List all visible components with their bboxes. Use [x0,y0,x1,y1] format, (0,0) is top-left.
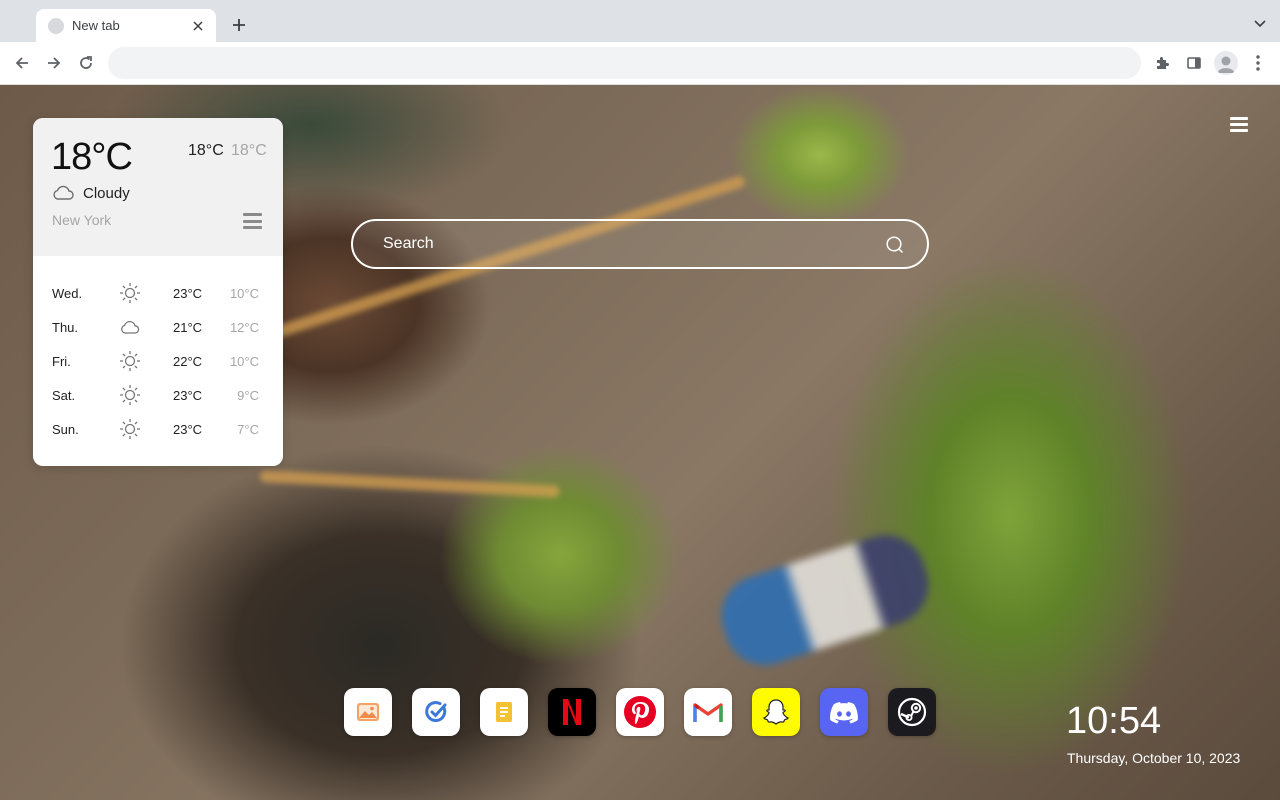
forecast-day: Fri. [52,353,71,369]
page-menu-icon[interactable] [1230,117,1248,132]
plus-icon [233,19,245,31]
search-icon[interactable] [885,235,905,255]
forecast-day: Sun. [52,421,79,437]
forecast-low: 12°C [229,319,259,335]
forward-button[interactable] [44,53,64,73]
app-tasks[interactable] [412,688,460,736]
check-circle-icon [425,701,447,722]
back-button[interactable] [12,53,32,73]
app-netflix[interactable] [548,688,596,736]
photo-icon [357,703,379,721]
weather-menu-icon[interactable] [243,213,262,229]
forecast-high: 23°C [173,421,203,437]
sun-icon [120,283,140,303]
cloud-icon [121,321,140,334]
forecast-low: 10°C [229,285,259,301]
app-pinterest[interactable] [616,688,664,736]
sun-icon [120,385,140,405]
browser-menu-button[interactable] [1247,52,1269,74]
forecast-day: Thu. [52,319,79,335]
more-vertical-icon [1256,55,1260,71]
side-panel-icon [1187,57,1201,69]
close-icon[interactable] [190,18,206,34]
new-tab-page: 18°C 18°C 18°C Cloudy New York Wed. 23°C… [0,85,1280,800]
search-box[interactable]: Search [351,219,929,269]
tab-new-tab[interactable]: New tab [36,9,216,42]
arrow-right-icon [48,57,61,69]
forecast-row: Wed. 23°C 10°C [33,276,283,310]
forecast-day: Wed. [52,285,83,301]
search-input[interactable]: Search [383,235,434,253]
browser-toolbar [0,42,1280,85]
app-notes[interactable] [480,688,528,736]
weather-current: 18°C 18°C 18°C Cloudy New York [33,118,283,256]
forecast-high: 21°C [173,319,203,335]
forecast-high: 22°C [173,353,203,369]
puzzle-icon [1157,57,1169,69]
background-wristband [711,524,939,676]
forecast-row: Thu. 21°C 12°C [33,310,283,344]
sun-icon [120,351,140,371]
today-high: 18°C [188,142,224,159]
discord-icon [830,702,858,724]
netflix-icon [563,699,581,725]
forecast-row: Sun. 23°C 7°C [33,412,283,446]
weather-condition: Cloudy [83,185,130,202]
extensions-button[interactable] [1151,52,1173,74]
reload-button[interactable] [76,53,96,73]
side-panel-button[interactable] [1183,52,1205,74]
app-gmail[interactable] [684,688,732,736]
profile-avatar[interactable] [1214,51,1238,75]
tab-favicon-icon [48,17,64,34]
app-discord[interactable] [820,688,868,736]
tab-strip: New tab [0,0,1280,42]
gmail-icon [693,703,723,722]
forecast-low: 9°C [237,387,259,403]
snapchat-icon [763,699,789,725]
app-gallery[interactable] [344,688,392,736]
tab-title: New tab [72,18,120,33]
steam-icon [897,697,927,727]
tab-search-button[interactable] [1252,16,1268,32]
today-low: 18°C [231,142,267,159]
background-slingshot-band [259,470,560,498]
app-snapchat[interactable] [752,688,800,736]
forecast-day: Sat. [52,387,76,403]
forecast-high: 23°C [173,285,203,301]
note-icon [496,702,512,722]
forecast-low: 7°C [237,421,259,437]
clock-time: 10:54 [1066,700,1162,742]
sun-icon [120,419,140,439]
reload-icon [80,56,92,69]
forecast-high: 23°C [173,387,203,403]
address-bar[interactable] [108,47,1141,79]
forecast-low: 10°C [229,353,259,369]
cloud-icon [53,185,74,200]
app-steam[interactable] [888,688,936,736]
weather-city: New York [52,212,112,228]
clock-date: Thursday, October 10, 2023 [1067,750,1241,766]
weather-widget[interactable]: 18°C 18°C 18°C Cloudy New York Wed. 23°C… [33,118,283,466]
weather-forecast: Wed. 23°C 10°C Thu. 21°C 12°C Fri. 22°C … [33,276,283,446]
arrow-left-icon [15,57,28,69]
new-tab-button[interactable] [228,14,250,36]
forecast-row: Fri. 22°C 10°C [33,344,283,378]
chevron-down-icon [1254,20,1266,28]
person-icon [1217,56,1235,73]
forecast-row: Sat. 23°C 9°C [33,378,283,412]
current-temperature: 18°C [51,136,133,178]
pinterest-icon [624,696,656,728]
